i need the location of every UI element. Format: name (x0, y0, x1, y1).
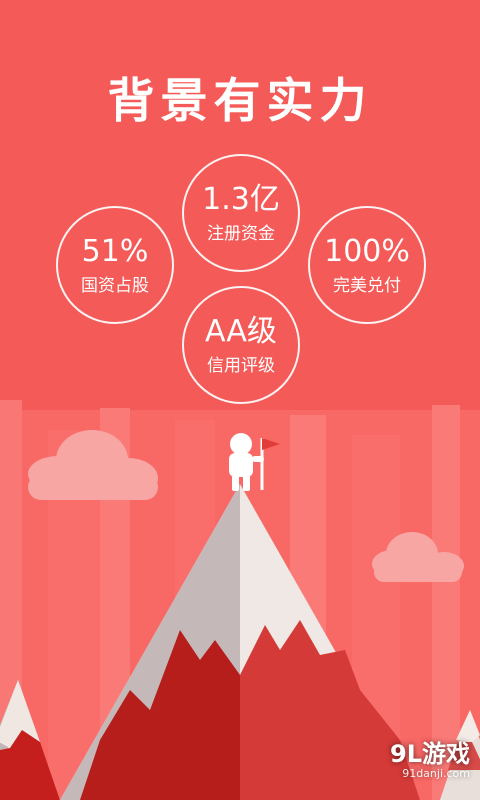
stat-label: 信用评级 (207, 356, 275, 376)
stat-label: 注册资金 (207, 224, 275, 244)
stat-value: AA级 (205, 314, 277, 349)
stat-credit-rating: AA级 信用评级 (182, 286, 300, 404)
mountain-scene (0, 400, 480, 800)
page-title: 背景有实力 (107, 74, 373, 129)
stat-value: 1.3亿 (202, 182, 280, 217)
splash-screen: 背景有实力 1.3亿 注册资金 51% 国资占股 100% 完美兑付 AA级 信… (0, 0, 480, 800)
stat-registered-capital: 1.3亿 注册资金 (182, 154, 300, 272)
watermark: 9L游戏 91danji.com (390, 741, 470, 780)
stat-value: 100% (324, 234, 410, 269)
stat-label: 完美兑付 (333, 276, 401, 296)
watermark-brand: 9L游戏 (390, 740, 470, 768)
stat-full-payment: 100% 完美兑付 (308, 206, 426, 324)
stat-label: 国资占股 (81, 276, 149, 296)
watermark-domain: 91danji.com (402, 767, 470, 780)
stat-state-owned-share: 51% 国资占股 (56, 206, 174, 324)
stat-value: 51% (81, 234, 149, 269)
